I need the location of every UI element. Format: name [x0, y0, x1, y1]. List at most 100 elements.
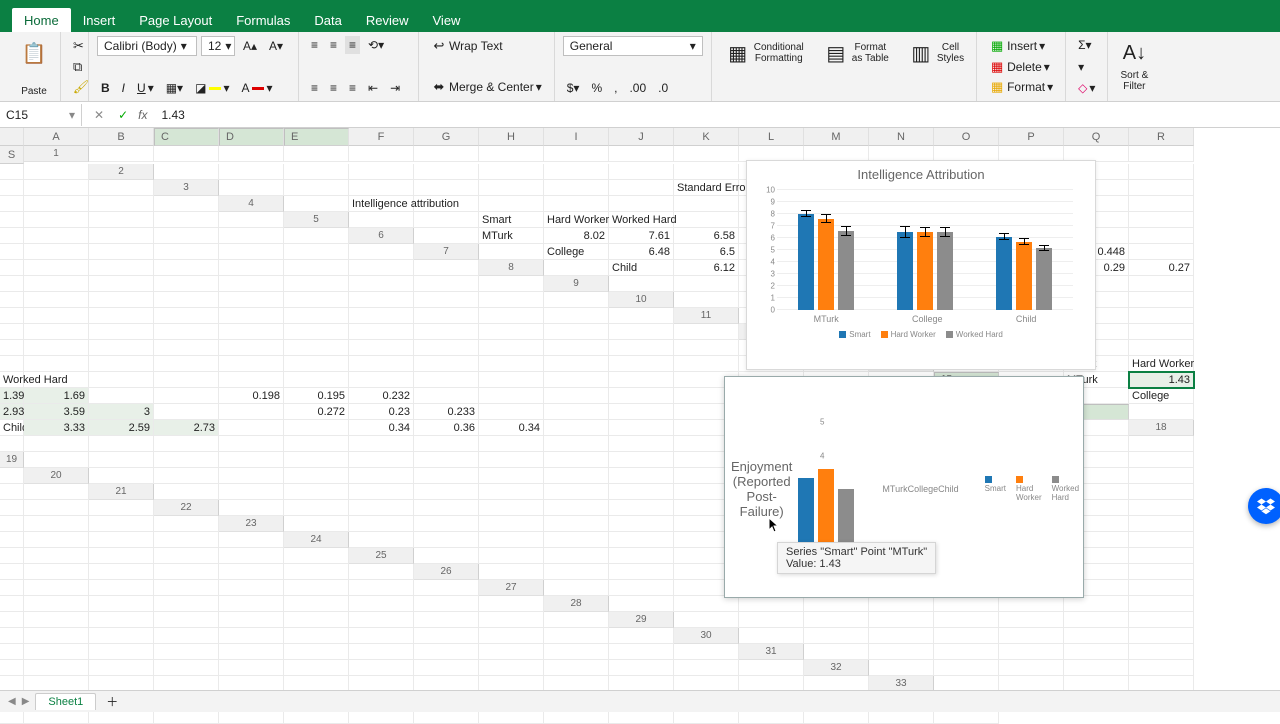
cell[interactable] [154, 308, 219, 324]
cell[interactable] [89, 596, 154, 612]
row-header[interactable]: 10 [609, 292, 674, 308]
cell[interactable]: 0.34 [479, 420, 544, 436]
cell[interactable] [349, 596, 414, 612]
cell[interactable] [1129, 564, 1194, 580]
cell[interactable] [934, 644, 999, 660]
cell[interactable] [24, 612, 89, 628]
cell[interactable] [414, 260, 479, 276]
cell[interactable] [24, 532, 89, 548]
cell[interactable] [544, 340, 609, 356]
cell[interactable] [544, 580, 609, 596]
cell[interactable] [544, 532, 609, 548]
cell[interactable] [349, 484, 414, 500]
cell[interactable] [544, 612, 609, 628]
cell[interactable] [1064, 628, 1129, 644]
cell[interactable] [0, 580, 24, 596]
cell[interactable] [1064, 660, 1129, 676]
ribbon-tab-insert[interactable]: Insert [71, 8, 128, 32]
cell[interactable]: 0.195 [284, 388, 349, 404]
column-header[interactable]: D [219, 128, 284, 146]
cell[interactable] [414, 532, 479, 548]
row-header[interactable]: 3 [154, 180, 219, 196]
cell[interactable] [1129, 340, 1194, 356]
cell[interactable] [609, 548, 674, 564]
cell[interactable] [89, 356, 154, 372]
align-left-button[interactable]: ≡ [307, 79, 322, 97]
align-top-button[interactable]: ≡ [307, 36, 322, 54]
cell[interactable] [1129, 628, 1194, 644]
cell[interactable] [0, 484, 24, 500]
cell[interactable] [479, 484, 544, 500]
cell[interactable] [349, 212, 414, 228]
cell[interactable] [349, 468, 414, 484]
cell[interactable] [544, 308, 609, 324]
cell[interactable] [154, 452, 219, 468]
cell[interactable] [674, 660, 739, 676]
row-header[interactable]: 4 [219, 196, 284, 212]
cell[interactable] [284, 452, 349, 468]
cell[interactable] [869, 628, 934, 644]
merge-center-button[interactable]: ⬌Merge & Center▾ [427, 77, 546, 97]
cell[interactable]: 6.58 [674, 228, 739, 244]
row-header[interactable]: 32 [804, 660, 869, 676]
cell[interactable] [154, 564, 219, 580]
row-header[interactable]: 2 [89, 164, 154, 180]
cell[interactable] [934, 660, 999, 676]
cell[interactable] [544, 548, 609, 564]
cell[interactable] [349, 308, 414, 324]
row-header[interactable]: 31 [739, 644, 804, 660]
cell[interactable] [1129, 660, 1194, 676]
cell[interactable] [284, 244, 349, 260]
cell[interactable] [804, 612, 869, 628]
row-header[interactable]: 26 [414, 564, 479, 580]
cell[interactable]: 6.48 [609, 244, 674, 260]
cell[interactable] [1129, 452, 1194, 468]
cell[interactable] [414, 500, 479, 516]
cell[interactable] [1129, 212, 1194, 228]
cell[interactable] [0, 532, 24, 548]
cell[interactable] [284, 500, 349, 516]
cell[interactable] [219, 532, 284, 548]
cell[interactable] [544, 564, 609, 580]
delete-cells-button[interactable]: ▦Delete▾ [985, 57, 1057, 77]
cell[interactable] [674, 212, 739, 228]
cell[interactable] [89, 292, 154, 308]
cell[interactable] [609, 596, 674, 612]
cell[interactable] [284, 660, 349, 676]
currency-button[interactable]: $▾ [563, 79, 584, 97]
cell[interactable] [89, 180, 154, 196]
cell[interactable] [219, 612, 284, 628]
row-header[interactable]: 30 [674, 628, 739, 644]
cell[interactable] [609, 452, 674, 468]
column-header[interactable]: E [284, 128, 349, 146]
cell[interactable] [609, 644, 674, 660]
cell[interactable] [154, 580, 219, 596]
cell[interactable] [544, 484, 609, 500]
column-header[interactable]: K [674, 128, 739, 146]
cell[interactable] [544, 500, 609, 516]
cell[interactable] [24, 180, 89, 196]
cell[interactable] [479, 500, 544, 516]
cell[interactable] [24, 372, 89, 388]
cell[interactable] [284, 324, 349, 340]
cell[interactable] [24, 596, 89, 612]
cell[interactable] [219, 596, 284, 612]
percent-button[interactable]: % [587, 79, 606, 97]
cell[interactable] [1129, 468, 1194, 484]
cell[interactable] [89, 372, 154, 388]
cell[interactable] [219, 372, 284, 388]
cell[interactable] [609, 196, 674, 212]
cell[interactable] [284, 356, 349, 372]
align-right-button[interactable]: ≡ [345, 79, 360, 97]
dropbox-badge[interactable] [1248, 488, 1280, 524]
cell[interactable] [0, 340, 24, 356]
cell[interactable]: Hard Worker [1129, 356, 1194, 372]
cell[interactable] [284, 580, 349, 596]
inc-decimal-button[interactable]: .00 [625, 79, 650, 97]
cell[interactable] [154, 468, 219, 484]
cell[interactable] [24, 308, 89, 324]
cell[interactable] [479, 180, 544, 196]
cell[interactable] [0, 308, 24, 324]
font-size-select[interactable]: 12▾ [201, 36, 235, 56]
cell[interactable] [219, 420, 284, 436]
